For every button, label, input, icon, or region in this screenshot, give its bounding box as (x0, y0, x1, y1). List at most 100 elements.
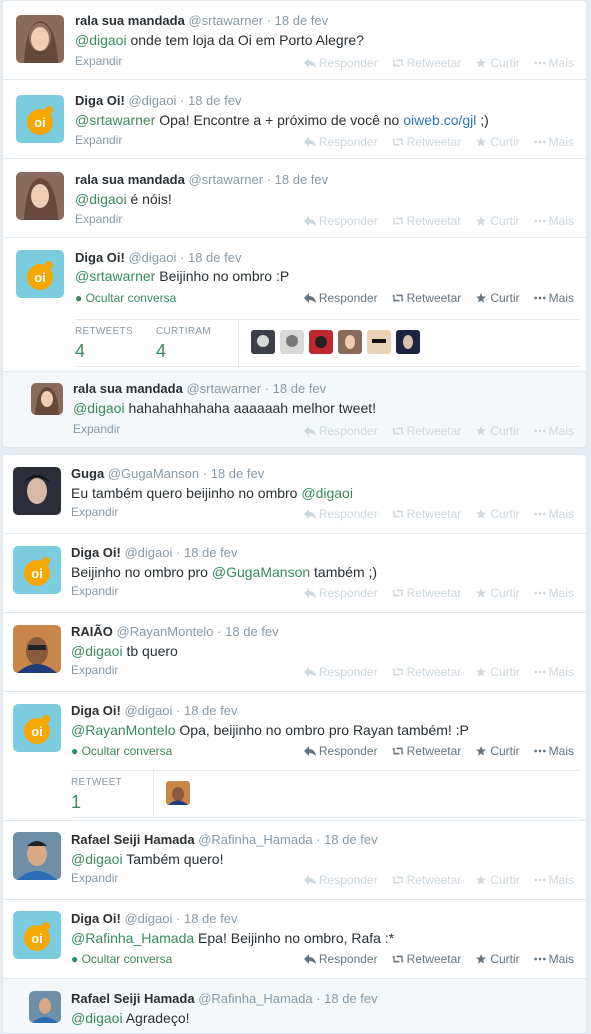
tweet-reply[interactable]: Rafael Seiji Hamada @Rafinha_Hamada · 18… (3, 979, 586, 1033)
tweet-expanded[interactable]: oi Diga Oi! @digaoi · 18 de fev @RayanMo… (3, 692, 586, 821)
more-button[interactable]: Mais (533, 424, 574, 438)
mention-link[interactable]: @digaoi (75, 32, 127, 48)
reply-button[interactable]: Responder (303, 665, 378, 679)
url-link[interactable]: oiweb.co/gjl (403, 112, 476, 128)
more-button[interactable]: Mais (533, 873, 574, 887)
timestamp[interactable]: 18 de fev (275, 13, 329, 28)
more-button[interactable]: Mais (533, 214, 574, 228)
author-handle[interactable]: @GugaManson (108, 466, 199, 481)
author-name[interactable]: Rafael Seiji Hamada (71, 832, 195, 847)
retweet-button[interactable]: Retweetar (391, 952, 461, 966)
more-button[interactable]: Mais (533, 56, 574, 70)
author-handle[interactable]: @digaoi (128, 250, 176, 265)
reply-button[interactable]: Responder (303, 952, 378, 966)
more-button[interactable]: Mais (533, 507, 574, 521)
expand-link[interactable]: Expandir (71, 663, 118, 677)
favoriter-avatar[interactable] (338, 330, 362, 354)
avatar[interactable] (13, 832, 61, 880)
favorite-button[interactable]: Curtir (475, 952, 520, 966)
reply-button[interactable]: Responder (303, 586, 378, 600)
tweet[interactable]: rala sua mandada @srtawarner · 18 de fev… (3, 159, 586, 238)
favoriter-avatar[interactable] (396, 330, 420, 354)
expand-link[interactable]: Expandir (75, 212, 122, 226)
oi-logo-avatar[interactable]: oi (13, 546, 61, 594)
timestamp[interactable]: 18 de fev (273, 381, 327, 396)
mention-link[interactable]: @RayanMontelo (71, 722, 176, 738)
expand-link[interactable]: Expandir (71, 505, 118, 519)
retweets-count[interactable]: 4 (75, 341, 85, 362)
hide-conversation-link[interactable]: ● Ocultar conversa (71, 952, 172, 966)
hide-conversation-link[interactable]: ● Ocultar conversa (71, 744, 172, 758)
oi-logo-avatar[interactable]: oi (16, 95, 64, 143)
mention-link[interactable]: @digaoi (75, 191, 127, 207)
mention-link[interactable]: @srtawarner (75, 268, 155, 284)
reply-button[interactable]: Responder (303, 424, 378, 438)
author-name[interactable]: Rafael Seiji Hamada (71, 991, 195, 1006)
retweets-count[interactable]: 1 (71, 792, 81, 813)
timestamp[interactable]: 18 de fev (275, 172, 329, 187)
mention-link[interactable]: @srtawarner (75, 112, 155, 128)
avatar[interactable] (31, 383, 63, 415)
timestamp[interactable]: 18 de fev (188, 250, 242, 265)
timestamp[interactable]: 18 de fev (188, 93, 242, 108)
reply-button[interactable]: Responder (303, 56, 378, 70)
author-name[interactable]: Diga Oi! (75, 250, 125, 265)
favorite-button[interactable]: Curtir (475, 873, 520, 887)
reply-button[interactable]: Responder (303, 291, 378, 305)
author-handle[interactable]: @RayanMontelo (117, 624, 214, 639)
author-name[interactable]: Diga Oi! (71, 545, 121, 560)
mention-link[interactable]: @digaoi (71, 851, 123, 867)
timestamp[interactable]: 18 de fev (211, 466, 265, 481)
favoriter-avatar[interactable] (367, 330, 391, 354)
author-handle[interactable]: @digaoi (124, 703, 172, 718)
author-handle[interactable]: @digaoi (128, 93, 176, 108)
timestamp[interactable]: 18 de fev (225, 624, 279, 639)
avatar[interactable] (29, 991, 61, 1023)
more-button[interactable]: Mais (533, 952, 574, 966)
author-name[interactable]: Diga Oi! (71, 911, 121, 926)
tweet[interactable]: oi Diga Oi! @digaoi · 18 de fev Beijinho… (3, 534, 586, 613)
retweet-button[interactable]: Retweetar (391, 214, 461, 228)
tweet[interactable]: Guga @GugaManson · 18 de fev Eu também q… (3, 455, 586, 534)
favoriter-avatar[interactable] (280, 330, 304, 354)
expand-link[interactable]: Expandir (75, 54, 122, 68)
retweet-button[interactable]: Retweetar (391, 507, 461, 521)
author-handle[interactable]: @srtawarner (188, 172, 263, 187)
favoriter-avatar[interactable] (309, 330, 333, 354)
expand-link[interactable]: Expandir (71, 871, 118, 885)
timestamp[interactable]: 18 de fev (184, 911, 238, 926)
oi-logo-avatar[interactable]: oi (16, 250, 64, 298)
author-name[interactable]: Diga Oi! (71, 703, 121, 718)
retweeter-avatar[interactable] (166, 781, 190, 805)
author-handle[interactable]: @Rafinha_Hamada (198, 832, 312, 847)
oi-logo-avatar[interactable]: oi (13, 704, 61, 752)
author-name[interactable]: rala sua mandada (75, 172, 185, 187)
tweet-expanded[interactable]: oi Diga Oi! @digaoi · 18 de fev @Rafinha… (3, 900, 586, 979)
favoriter-avatar[interactable] (251, 330, 275, 354)
more-button[interactable]: Mais (533, 665, 574, 679)
reply-button[interactable]: Responder (303, 873, 378, 887)
author-name[interactable]: Guga (71, 466, 104, 481)
favorite-button[interactable]: Curtir (475, 665, 520, 679)
mention-link[interactable]: @digaoi (301, 485, 353, 501)
mention-link[interactable]: @GugaManson (212, 564, 310, 580)
retweet-button[interactable]: Retweetar (391, 56, 461, 70)
tweet[interactable]: Rafael Seiji Hamada @Rafinha_Hamada · 18… (3, 821, 586, 900)
timestamp[interactable]: 18 de fev (184, 703, 238, 718)
author-handle[interactable]: @digaoi (124, 911, 172, 926)
more-button[interactable]: Mais (533, 744, 574, 758)
more-button[interactable]: Mais (533, 586, 574, 600)
reply-button[interactable]: Responder (303, 507, 378, 521)
avatar[interactable] (16, 15, 64, 63)
timestamp[interactable]: 18 de fev (324, 832, 378, 847)
more-button[interactable]: Mais (533, 291, 574, 305)
favorite-button[interactable]: Curtir (475, 424, 520, 438)
favorite-button[interactable]: Curtir (475, 507, 520, 521)
avatar[interactable] (16, 172, 64, 220)
favorite-button[interactable]: Curtir (475, 56, 520, 70)
retweet-button[interactable]: Retweetar (391, 424, 461, 438)
mention-link[interactable]: @digaoi (73, 400, 125, 416)
tweet-expanded[interactable]: oi Diga Oi! @digaoi · 18 de fev @srtawar… (3, 238, 586, 372)
reply-button[interactable]: Responder (303, 135, 378, 149)
author-name[interactable]: RAIÃO (71, 624, 113, 639)
